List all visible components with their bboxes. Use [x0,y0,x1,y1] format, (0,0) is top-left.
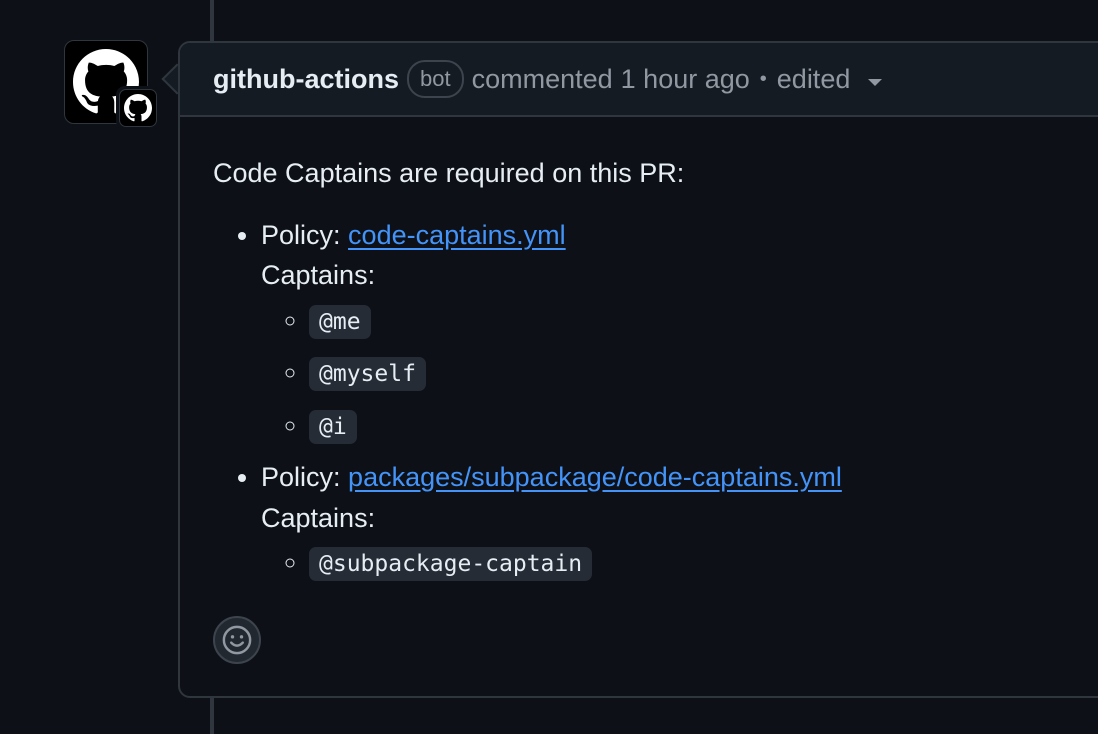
captain-item: @subpackage-captain [309,542,1083,583]
policy-file-link[interactable]: code-captains.yml [348,220,566,250]
captains-label: Captains: [261,502,376,533]
comment-body: Code Captains are required on this PR: P… [180,117,1098,583]
captain-handle: @subpackage-captain [309,547,593,581]
comment-header: github-actions bot commented 1 hour ago … [180,43,1098,117]
author-name[interactable]: github-actions [213,64,399,95]
bot-badge: bot [406,60,464,98]
captain-handle: @myself [309,357,426,391]
captain-item: @me [309,300,1083,341]
comment-box: github-actions bot commented 1 hour ago … [178,41,1098,698]
edited-dropdown[interactable]: edited [777,64,883,95]
app-badge [116,86,160,130]
add-reaction-button[interactable] [213,616,261,664]
separator-dot: • [759,67,767,90]
policy-label: Policy: [261,219,341,250]
policy-item: Policy: code-captains.yml Captains: @me … [261,215,1083,446]
caret-down-icon [868,78,883,86]
comment-action: commented [471,63,613,94]
captain-list: @me @myself @i [261,300,1083,446]
captain-handle: @i [309,409,357,444]
comment-timestamp[interactable]: 1 hour ago [621,64,750,95]
captain-list: @subpackage-captain [261,542,1083,583]
captain-item: @myself [309,352,1083,393]
captain-handle: @me [309,304,371,339]
smiley-icon [222,625,252,655]
policy-list: Policy: code-captains.yml Captains: @me … [213,215,1083,583]
github-mark-icon [124,94,152,122]
intro-text: Code Captains are required on this PR: [213,158,685,188]
policy-label: Policy: [261,462,341,492]
edited-label: edited [776,63,851,94]
policy-file-link[interactable]: packages/subpackage/code-captains.yml [348,462,842,492]
policy-item: Policy: packages/subpackage/code-captain… [261,457,1083,583]
captain-item: @i [309,405,1083,446]
captains-label: Captains: [261,260,376,290]
